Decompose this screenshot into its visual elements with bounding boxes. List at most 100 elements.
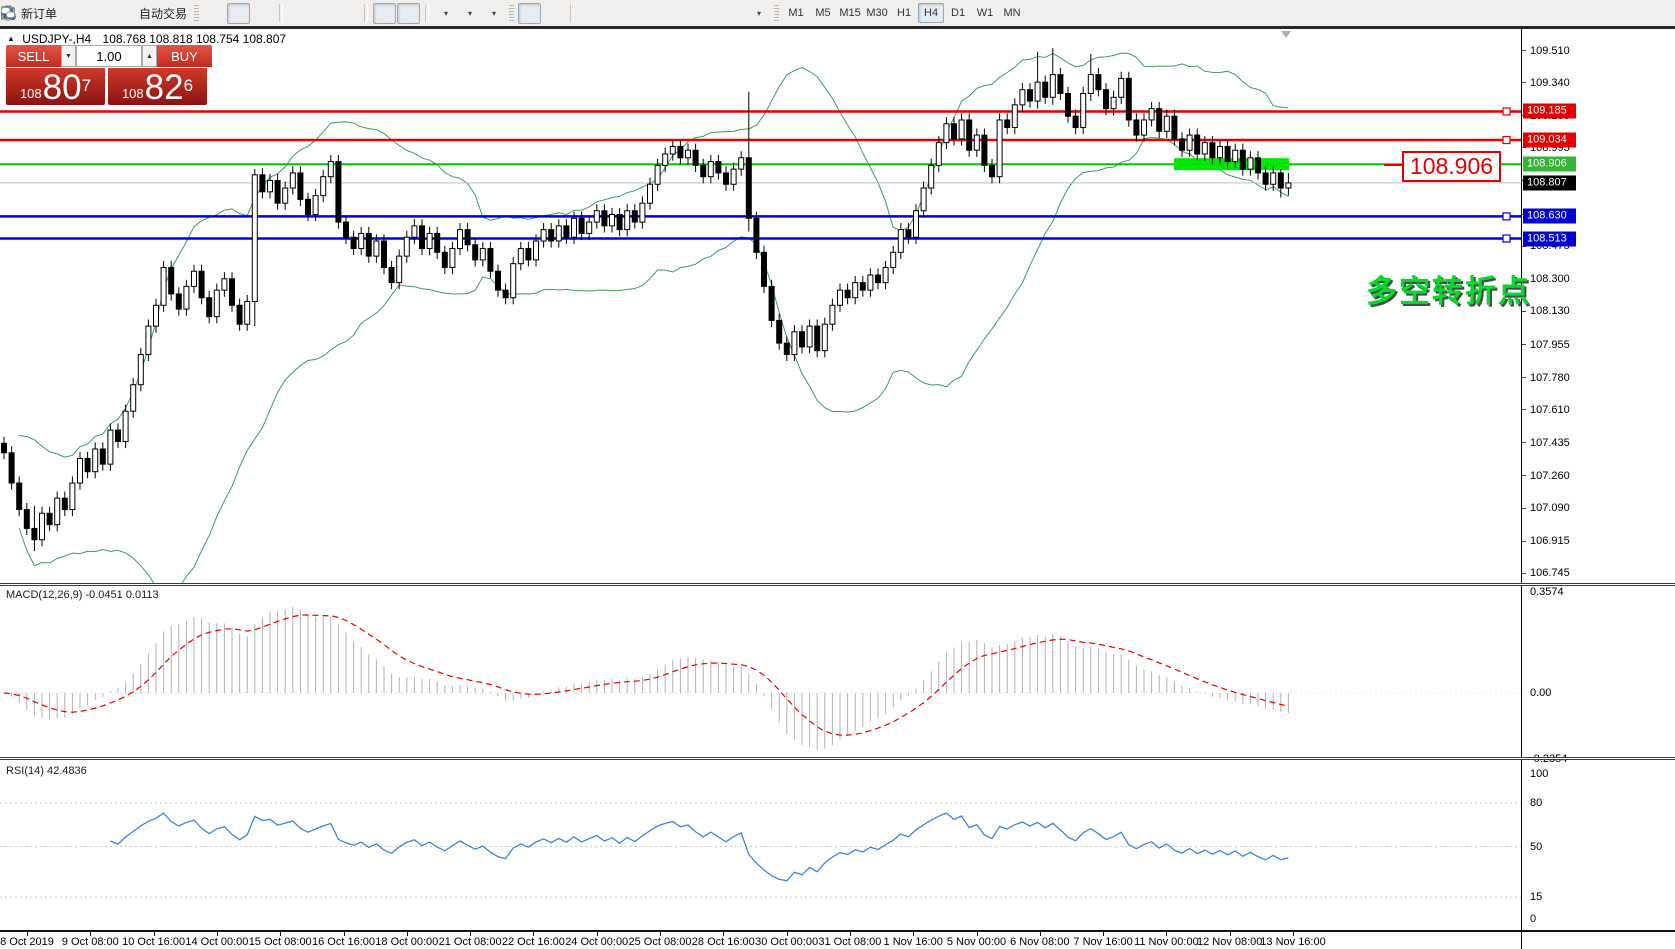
cursor-button[interactable] (518, 3, 541, 24)
panel-separator[interactable] (0, 757, 1675, 760)
text-tool[interactable]: A (699, 3, 722, 24)
profiles-button[interactable] (85, 3, 108, 24)
sell-price-main: 80 (43, 71, 82, 104)
zoom-in-button[interactable] (288, 3, 311, 24)
arrows-tool[interactable]: ▾ (747, 3, 770, 24)
panel-separator[interactable] (0, 583, 1675, 586)
time-axis-label: 18 Oct 00:00 (375, 936, 438, 948)
price-level-label: 108.906 (1523, 157, 1576, 172)
volume-increase-button[interactable]: ▲ (142, 45, 157, 67)
fibonacci-tool[interactable]: F (675, 3, 698, 24)
price-level-label: 108.513 (1523, 231, 1576, 246)
time-axis-label: 21 Oct 08:00 (439, 936, 502, 948)
buy-price-sup: 6 (184, 68, 193, 104)
auto-scroll-button[interactable] (373, 3, 396, 24)
sell-price-button[interactable]: 108 80 7 (6, 68, 105, 105)
chevron-down-icon: ▾ (757, 9, 761, 18)
volume-input[interactable]: 1.00 (76, 45, 142, 67)
crosshair-button[interactable] (542, 3, 565, 24)
time-axis-label: 8 Oct 2019 (0, 936, 54, 948)
chart-title: ▲ USDJPY-,H4 108.768 108.818 108.754 108… (7, 32, 286, 46)
sell-price-sup: 7 (82, 68, 91, 104)
timeframe-mn[interactable]: MN (999, 3, 1025, 23)
toolbar-separator (279, 4, 283, 22)
time-axis-label: 10 Oct 16:00 (122, 936, 185, 948)
timeframe-w1[interactable]: W1 (972, 3, 998, 23)
time-axis-label: 13 Nov 16:00 (1260, 936, 1325, 948)
price-level-label: 108.807 (1523, 175, 1576, 190)
timeframe-m1[interactable]: M1 (783, 3, 809, 23)
buy-price-main: 82 (145, 71, 184, 104)
price-annotation-box[interactable]: 108.906 (1402, 151, 1501, 182)
tile-windows-button[interactable] (336, 3, 359, 24)
one-click-trading-panel: SELL ▼ 1.00 ▲ BUY 108 80 7 108 82 6 (6, 45, 212, 105)
time-axis-label: 1 Nov 16:00 (884, 936, 943, 948)
sell-price-prefix: 108 (20, 84, 42, 104)
chevron-down-icon: ▾ (492, 9, 496, 18)
periods-button[interactable]: ▾ (458, 3, 481, 24)
mt4-window: 新订单 自动交易 (0, 0, 1675, 949)
timeframe-h4[interactable]: H4 (918, 3, 944, 23)
chevron-down-icon: ▾ (468, 9, 472, 18)
time-axis-label: 14 Oct 00:00 (185, 936, 248, 948)
sell-button[interactable]: SELL (6, 45, 61, 67)
price-level-label: 109.034 (1523, 133, 1576, 148)
time-axis-label: 30 Oct 00:00 (755, 936, 818, 948)
chat-icon[interactable] (0, 5, 16, 21)
time-axis-label: 6 Nov 08:00 (1010, 936, 1069, 948)
templates-button[interactable]: ▾ (482, 3, 505, 24)
timeframe-h1[interactable]: H1 (891, 3, 917, 23)
turning-point-annotation[interactable]: 多空转折点 (1366, 266, 1531, 311)
time-axis-label: 11 Nov 00:00 (1134, 936, 1199, 948)
time-axis-label: 16 Oct 16:00 (312, 936, 375, 948)
rsi-label: RSI(14) 42.4836 (6, 765, 87, 777)
chart-shift-marker[interactable] (1281, 31, 1291, 38)
macd-label: MACD(12,26,9) -0.0451 0.0113 (6, 589, 159, 601)
buy-button[interactable]: BUY (157, 45, 212, 67)
time-axis-label: 12 Nov 08:00 (1197, 936, 1262, 948)
zoom-out-button[interactable] (312, 3, 335, 24)
timeframe-bar: M1M5M15M30H1H4D1W1MN (783, 3, 1025, 23)
price-level-label: 108.630 (1523, 209, 1576, 224)
history-center-button[interactable] (61, 3, 84, 24)
indicators-button[interactable]: ▾ (434, 3, 457, 24)
timeframe-m15[interactable]: M15 (837, 3, 863, 23)
main-chart-canvas[interactable] (0, 29, 1521, 583)
timeframe-m5[interactable]: M5 (810, 3, 836, 23)
time-axis-label: 25 Oct 08:00 (629, 936, 692, 948)
toolbar-grip[interactable] (194, 5, 199, 21)
auto-trading-button[interactable]: 自动交易 (133, 3, 190, 24)
vertical-line-tool[interactable] (579, 3, 602, 24)
trendline-tool[interactable] (627, 3, 650, 24)
time-axis[interactable]: 8 Oct 20199 Oct 08:0010 Oct 16:0014 Oct … (0, 932, 1675, 949)
rsi-panel-canvas[interactable] (0, 762, 1521, 930)
toolbar-grip[interactable] (509, 5, 514, 21)
candlestick-chart-button[interactable] (227, 3, 250, 24)
time-axis-label: 15 Oct 08:00 (249, 936, 312, 948)
ohlc-values: 108.768 108.818 108.754 108.807 (103, 32, 287, 46)
new-order-button[interactable]: 新订单 (15, 3, 60, 24)
volume-decrease-button[interactable]: ▼ (61, 45, 76, 67)
toolbar-separator (425, 4, 429, 22)
collapse-panel-icon[interactable]: ▲ (7, 34, 15, 43)
buy-price-button[interactable]: 108 82 6 (108, 68, 207, 105)
timeframe-m30[interactable]: M30 (864, 3, 890, 23)
time-axis-label: 5 Nov 00:00 (947, 936, 1006, 948)
chart-shift-button[interactable] (397, 3, 420, 24)
toolbar: 新订单 自动交易 (0, 0, 1675, 26)
horizontal-line-tool[interactable] (603, 3, 626, 24)
bar-chart-button[interactable] (203, 3, 226, 24)
toolbar-grip[interactable] (774, 5, 779, 21)
macd-panel-canvas[interactable] (0, 586, 1521, 757)
timeframe-d1[interactable]: D1 (945, 3, 971, 23)
signals-button[interactable] (109, 3, 132, 24)
text-label-tool[interactable]: T (723, 3, 746, 24)
price-axis[interactable]: 109.510109.340109.165108.995108.820108.6… (1521, 29, 1675, 949)
auto-trading-label: 自动交易 (139, 5, 187, 22)
time-axis-label: 28 Oct 16:00 (692, 936, 755, 948)
line-chart-button[interactable] (251, 3, 274, 24)
symbol-period-label: USDJPY-,H4 (22, 32, 91, 46)
toolbar-separator (364, 4, 368, 22)
toolbar-separator (570, 4, 574, 22)
channel-tool[interactable]: E (651, 3, 674, 24)
